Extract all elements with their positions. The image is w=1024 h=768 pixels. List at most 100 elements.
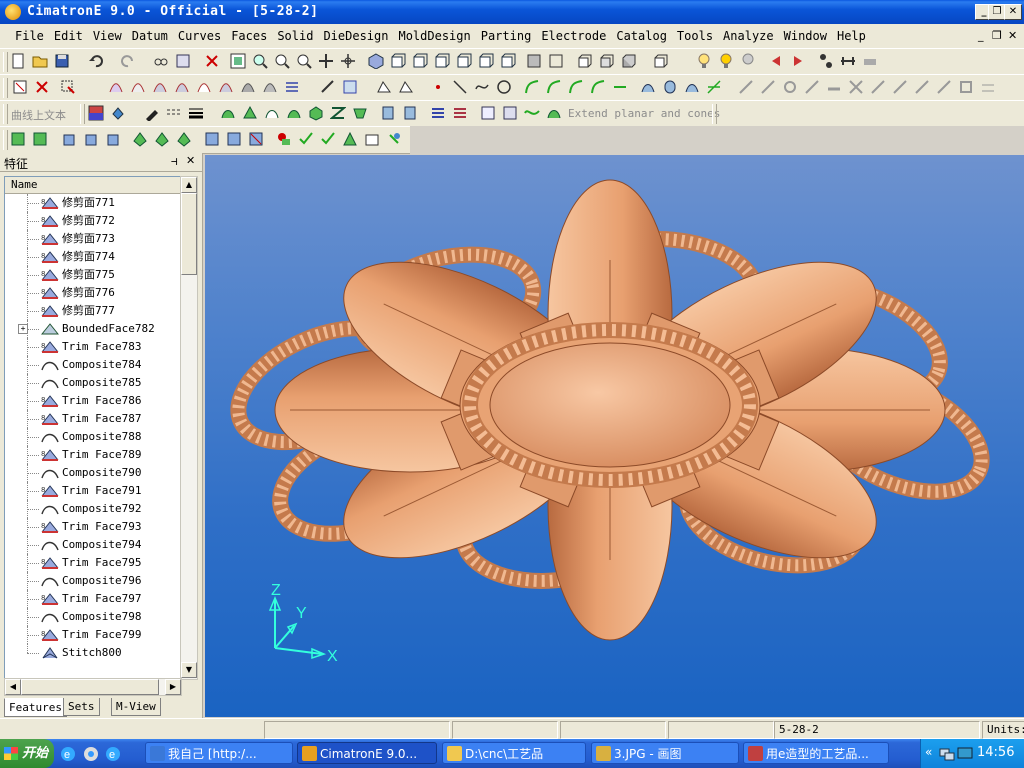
pan-icon[interactable] — [318, 53, 334, 69]
tree-row[interactable]: 8 Trim Face793 — [5, 518, 181, 536]
point-icon[interactable] — [430, 79, 446, 95]
tree-row[interactable]: 8 Trim Face797 — [5, 590, 181, 608]
toolbar-grip[interactable] — [3, 52, 8, 72]
toolbar-grip[interactable] — [3, 104, 8, 124]
new-file-icon[interactable] — [10, 53, 26, 69]
fit-all-icon[interactable] — [230, 53, 246, 69]
solid-tool-14-icon[interactable] — [320, 131, 336, 147]
menu-view[interactable]: View — [88, 24, 127, 48]
tree-row[interactable]: 8 修剪面771 — [5, 194, 181, 212]
expand-toggle-icon[interactable]: + — [18, 324, 28, 334]
gray-tool-4-icon[interactable] — [804, 79, 820, 95]
box-view-icon[interactable] — [576, 53, 592, 69]
zoom-area-icon[interactable] — [274, 53, 290, 69]
tree-toggle-icon[interactable] — [818, 53, 834, 69]
taskbar-button[interactable]: 用e造型的工艺品... — [743, 742, 889, 764]
pen-icon[interactable] — [144, 105, 160, 121]
tree-row[interactable]: Composite796 — [5, 572, 181, 590]
render-wire-icon[interactable] — [548, 53, 564, 69]
pick-dropdown-icon[interactable] — [60, 79, 76, 95]
tree-row[interactable]: Composite794 — [5, 536, 181, 554]
browser-quicklaunch-icon[interactable]: e — [105, 746, 121, 762]
face-blue-a-icon[interactable] — [380, 105, 396, 121]
menu-molddesign[interactable]: MoldDesign — [393, 24, 475, 48]
tree-row[interactable]: 8 修剪面774 — [5, 248, 181, 266]
rotate-icon[interactable] — [340, 53, 356, 69]
face-green-7-icon[interactable] — [352, 105, 368, 121]
face-net-icon[interactable] — [342, 79, 358, 95]
menu-diedesign[interactable]: DieDesign — [318, 24, 393, 48]
curve-tool-9-icon[interactable] — [284, 79, 300, 95]
gray-tool-3-icon[interactable] — [782, 79, 798, 95]
tree-row[interactable]: 8 Trim Face783 — [5, 338, 181, 356]
monitor-tray-icon[interactable] — [957, 746, 973, 762]
measure-icon[interactable] — [840, 53, 856, 69]
gray-tool-5-icon[interactable] — [826, 79, 842, 95]
media-quicklaunch-icon[interactable] — [83, 746, 99, 762]
circle-icon[interactable] — [496, 79, 512, 95]
tree-row[interactable]: Composite784 — [5, 356, 181, 374]
column-header-name[interactable]: Name — [5, 177, 181, 194]
menu-edit[interactable]: Edit — [49, 24, 88, 48]
light-bulb-icon[interactable] — [696, 53, 712, 69]
tree-horizontal-scrollbar[interactable]: ◀ ▶ — [4, 678, 182, 696]
arrow-right-icon[interactable] — [790, 53, 806, 69]
tree-row[interactable]: Composite792 — [5, 500, 181, 518]
scroll-left-button[interactable]: ◀ — [5, 679, 21, 695]
face-mesh-icon[interactable] — [502, 105, 518, 121]
tree-row[interactable]: 8 修剪面772 — [5, 212, 181, 230]
gray-tool-9-icon[interactable] — [914, 79, 930, 95]
solid-tool-13-icon[interactable] — [298, 131, 314, 147]
toolbar-grip[interactable] — [712, 104, 717, 124]
tree-row[interactable]: + BoundedFace782 — [5, 320, 181, 338]
face-blue-2-icon[interactable] — [662, 79, 678, 95]
tree-row[interactable]: Composite785 — [5, 374, 181, 392]
feature-tree[interactable]: Name 8 修剪面771 8 修剪面772 8 修剪面773 8 修剪面774 8 修剪面775… — [4, 176, 182, 680]
solid-tool-5-icon[interactable] — [106, 131, 122, 147]
menu-electrode[interactable]: Electrode — [536, 24, 611, 48]
toolbar-grip[interactable] — [3, 78, 8, 98]
curve-text-label[interactable]: 曲线上文本 — [11, 107, 66, 123]
curve-green-1-icon[interactable] — [524, 79, 540, 95]
menu-solid[interactable]: Solid — [272, 24, 318, 48]
tools-gray-icon[interactable] — [862, 53, 878, 69]
extend-planar-label[interactable]: Extend planar and cones — [568, 107, 720, 120]
tree-row[interactable]: 8 修剪面777 — [5, 302, 181, 320]
gray-tool-10-icon[interactable] — [936, 79, 952, 95]
menu-datum[interactable]: Datum — [127, 24, 173, 48]
color-grid-icon[interactable] — [88, 105, 104, 121]
curve-tool-1-icon[interactable] — [108, 79, 124, 95]
face-blue-3-icon[interactable] — [684, 79, 700, 95]
box-shade-icon[interactable] — [620, 53, 636, 69]
menu-curves[interactable]: Curves — [173, 24, 226, 48]
cancel-red-x-icon[interactable] — [204, 53, 220, 69]
curve-tool-4-icon[interactable] — [174, 79, 190, 95]
menu-analyze[interactable]: Analyze — [718, 24, 779, 48]
hscroll-thumb[interactable] — [21, 679, 159, 695]
taskbar-button[interactable]: 我自己 [http:/... — [145, 742, 293, 764]
face-green-2-icon[interactable] — [242, 105, 258, 121]
curve-tool-7-icon[interactable] — [240, 79, 256, 95]
tree-row[interactable]: 8 修剪面776 — [5, 284, 181, 302]
spline-icon[interactable] — [474, 79, 490, 95]
solid-tool-11-icon[interactable] — [248, 131, 264, 147]
gray-tool-8-icon[interactable] — [892, 79, 908, 95]
solid-tool-9-icon[interactable] — [204, 131, 220, 147]
light-bulb-gray-icon[interactable] — [740, 53, 756, 69]
tree-row[interactable]: 8 Trim Face791 — [5, 482, 181, 500]
view-top-icon[interactable] — [434, 53, 450, 69]
solid-tool-7-icon[interactable] — [154, 131, 170, 147]
face-green-6-icon[interactable] — [330, 105, 346, 121]
curve-green-5-icon[interactable] — [612, 79, 628, 95]
tree-row[interactable]: 8 Trim Face799 — [5, 626, 181, 644]
panel-close-icon[interactable]: ✕ — [186, 154, 195, 167]
solid-tool-4-icon[interactable] — [84, 131, 100, 147]
face-green-5-icon[interactable] — [308, 105, 324, 121]
curve-tool-3-icon[interactable] — [152, 79, 168, 95]
select-face-icon[interactable] — [12, 79, 28, 95]
solid-tool-12-icon[interactable] — [276, 131, 292, 147]
solid-tool-3-icon[interactable] — [62, 131, 78, 147]
curve-green-4-icon[interactable] — [590, 79, 606, 95]
curve-tool-5-icon[interactable] — [196, 79, 212, 95]
face-green-1-icon[interactable] — [220, 105, 236, 121]
